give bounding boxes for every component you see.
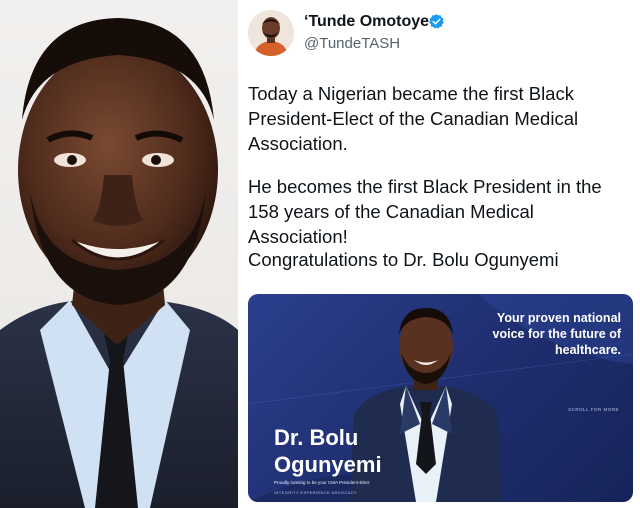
tweet-card: ‘Tunde Omotoye @TundeTASH Today a Nigeri… <box>238 0 640 508</box>
avatar-illustration <box>248 10 294 56</box>
banner-tagline: Your proven national voice for the futur… <box>492 311 621 357</box>
banner-candidate-name: Dr. Bolu Ogunyemi <box>274 424 382 478</box>
author-handle[interactable]: @TundeTASH <box>304 35 400 52</box>
campaign-banner-image[interactable]: Your proven national voice for the futur… <box>248 294 633 502</box>
banner-values: INTEGRITY EXPERIENCE ADVOCACY <box>274 490 358 495</box>
scroll-for-more-link[interactable]: SCROLL FOR MORE <box>568 407 619 412</box>
verified-badge-icon <box>429 14 444 29</box>
tweet-paragraph-2: He becomes the first Black President in … <box>248 176 602 247</box>
portrait-illustration <box>0 18 238 508</box>
tweet-paragraph-3: Congratulations to Dr. Bolu Ogunyemi <box>248 249 559 270</box>
author-avatar[interactable] <box>248 10 294 56</box>
author-name[interactable]: ‘Tunde Omotoye <box>304 13 429 31</box>
banner-subtitle: Proudly running to be your CMA President… <box>274 480 370 485</box>
banner-name-line-2: Ogunyemi <box>274 452 382 477</box>
tweet-paragraph-1: Today a Nigerian became the first Black … <box>248 83 579 154</box>
banner-name-line-1: Dr. Bolu <box>274 425 359 450</box>
portrait-photo <box>0 0 238 508</box>
